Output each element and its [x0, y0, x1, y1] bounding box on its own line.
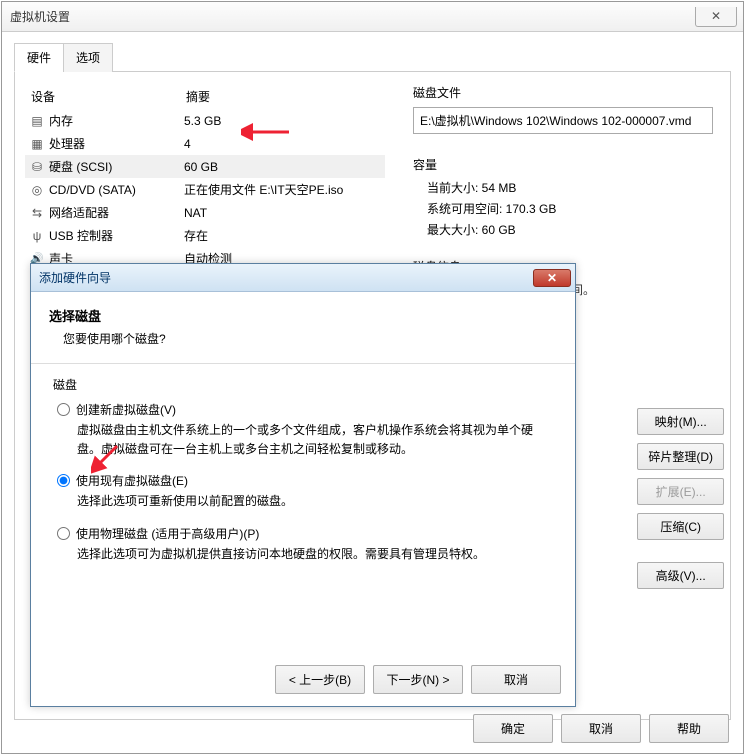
device-icon [29, 114, 45, 128]
help-button[interactable]: 帮助 [649, 714, 729, 743]
hardware-row[interactable]: 网络适配器NAT [25, 201, 385, 224]
device-icon [29, 160, 45, 174]
device-icon [29, 229, 45, 243]
device-label: 硬盘 (SCSI) [49, 158, 184, 175]
wizard-title: 添加硬件向导 [39, 269, 111, 286]
outer-footer-buttons: 确定 取消 帮助 [2, 714, 743, 743]
hardware-list-header: 设备 摘要 [25, 84, 385, 109]
device-value: NAT [184, 206, 207, 220]
radio-physical[interactable]: 使用物理磁盘 (适用于高级用户)(P) [57, 525, 553, 542]
device-label: USB 控制器 [49, 227, 184, 244]
device-label: 内存 [49, 112, 184, 129]
radio-physical-input[interactable] [57, 527, 70, 540]
cancel-button[interactable]: 取消 [561, 714, 641, 743]
wizard-subheading: 您要使用哪个磁盘? [63, 330, 557, 347]
device-value: 5.3 GB [184, 114, 221, 128]
device-value: 60 GB [184, 160, 218, 174]
wizard-body: 磁盘 创建新虚拟磁盘(V) 虚拟磁盘由主机文件系统上的一个或多个文件组成，客户机… [31, 364, 575, 589]
wizard-heading: 选择磁盘 [49, 306, 557, 325]
defrag-button[interactable]: 碎片整理(D) [637, 443, 724, 470]
capacity-label: 容量 [413, 156, 713, 173]
radio-use-existing[interactable]: 使用现有虚拟磁盘(E) [57, 472, 553, 489]
ok-button[interactable]: 确定 [473, 714, 553, 743]
radio-create-new-input[interactable] [57, 403, 70, 416]
wizard-footer: < 上一步(B) 下一步(N) > 取消 [275, 665, 561, 694]
hardware-row[interactable]: 内存5.3 GB [25, 109, 385, 132]
tabstrip: 硬件 选项 [14, 42, 731, 72]
tab-options[interactable]: 选项 [63, 43, 113, 72]
side-buttons: 映射(M)... 碎片整理(D) 扩展(E)... 压缩(C) 高级(V)... [637, 408, 724, 589]
close-icon: ✕ [711, 9, 721, 23]
device-value: 存在 [184, 227, 208, 244]
device-icon [29, 183, 45, 197]
next-button[interactable]: 下一步(N) > [373, 665, 463, 694]
advanced-button[interactable]: 高级(V)... [637, 562, 724, 589]
wizard-titlebar: 添加硬件向导 ✕ [31, 264, 575, 292]
device-value: 正在使用文件 E:\IT天空PE.iso [184, 181, 343, 198]
col-device: 设备 [31, 88, 186, 105]
device-icon [29, 137, 45, 151]
back-button[interactable]: < 上一步(B) [275, 665, 365, 694]
close-icon: ✕ [547, 271, 557, 285]
add-hardware-wizard: 添加硬件向导 ✕ 选择磁盘 您要使用哪个磁盘? 磁盘 创建新虚拟磁盘(V) 虚拟… [30, 263, 576, 707]
device-icon [29, 206, 45, 220]
col-summary: 摘要 [186, 88, 210, 105]
disk-file-label: 磁盘文件 [413, 84, 713, 101]
hardware-row[interactable]: USB 控制器存在 [25, 224, 385, 247]
free-space: 系统可用空间: 170.3 GB [427, 200, 713, 217]
radio-use-existing-label: 使用现有虚拟磁盘(E) [76, 472, 188, 489]
capacity-group: 容量 当前大小: 54 MB 系统可用空间: 170.3 GB 最大大小: 60… [413, 156, 713, 238]
compact-button[interactable]: 压缩(C) [637, 513, 724, 540]
radio-use-existing-input[interactable] [57, 474, 70, 487]
radio-physical-label: 使用物理磁盘 (适用于高级用户)(P) [76, 525, 259, 542]
device-label: 处理器 [49, 135, 184, 152]
disk-file-field[interactable]: E:\虚拟机\Windows 102\Windows 102-000007.vm… [413, 107, 713, 134]
hardware-row[interactable]: 处理器4 [25, 132, 385, 155]
radio-create-new-desc: 虚拟磁盘由主机文件系统上的一个或多个文件组成，客户机操作系统会将其视为单个硬盘。… [77, 421, 553, 458]
device-value: 4 [184, 137, 191, 151]
radio-use-existing-desc: 选择此选项可重新使用以前配置的磁盘。 [77, 492, 553, 511]
max-size: 最大大小: 60 GB [427, 221, 713, 238]
wizard-cancel-button[interactable]: 取消 [471, 665, 561, 694]
wizard-header: 选择磁盘 您要使用哪个磁盘? [31, 292, 575, 357]
device-label: 网络适配器 [49, 204, 184, 221]
dialog-title: 虚拟机设置 [10, 8, 70, 25]
hardware-row[interactable]: 硬盘 (SCSI)60 GB [25, 155, 385, 178]
tab-hardware[interactable]: 硬件 [14, 43, 64, 72]
close-button[interactable]: ✕ [695, 7, 737, 27]
radio-create-new[interactable]: 创建新虚拟磁盘(V) [57, 401, 553, 418]
radio-physical-desc: 选择此选项可为虚拟机提供直接访问本地硬盘的权限。需要具有管理员特权。 [77, 545, 553, 564]
radio-create-new-label: 创建新虚拟磁盘(V) [76, 401, 176, 418]
disk-group-label: 磁盘 [53, 376, 553, 393]
map-button[interactable]: 映射(M)... [637, 408, 724, 435]
hardware-row[interactable]: CD/DVD (SATA)正在使用文件 E:\IT天空PE.iso [25, 178, 385, 201]
device-label: CD/DVD (SATA) [49, 183, 184, 197]
titlebar: 虚拟机设置 ✕ [2, 2, 743, 32]
expand-button[interactable]: 扩展(E)... [637, 478, 724, 505]
wizard-close-button[interactable]: ✕ [533, 269, 571, 287]
current-size: 当前大小: 54 MB [427, 179, 713, 196]
